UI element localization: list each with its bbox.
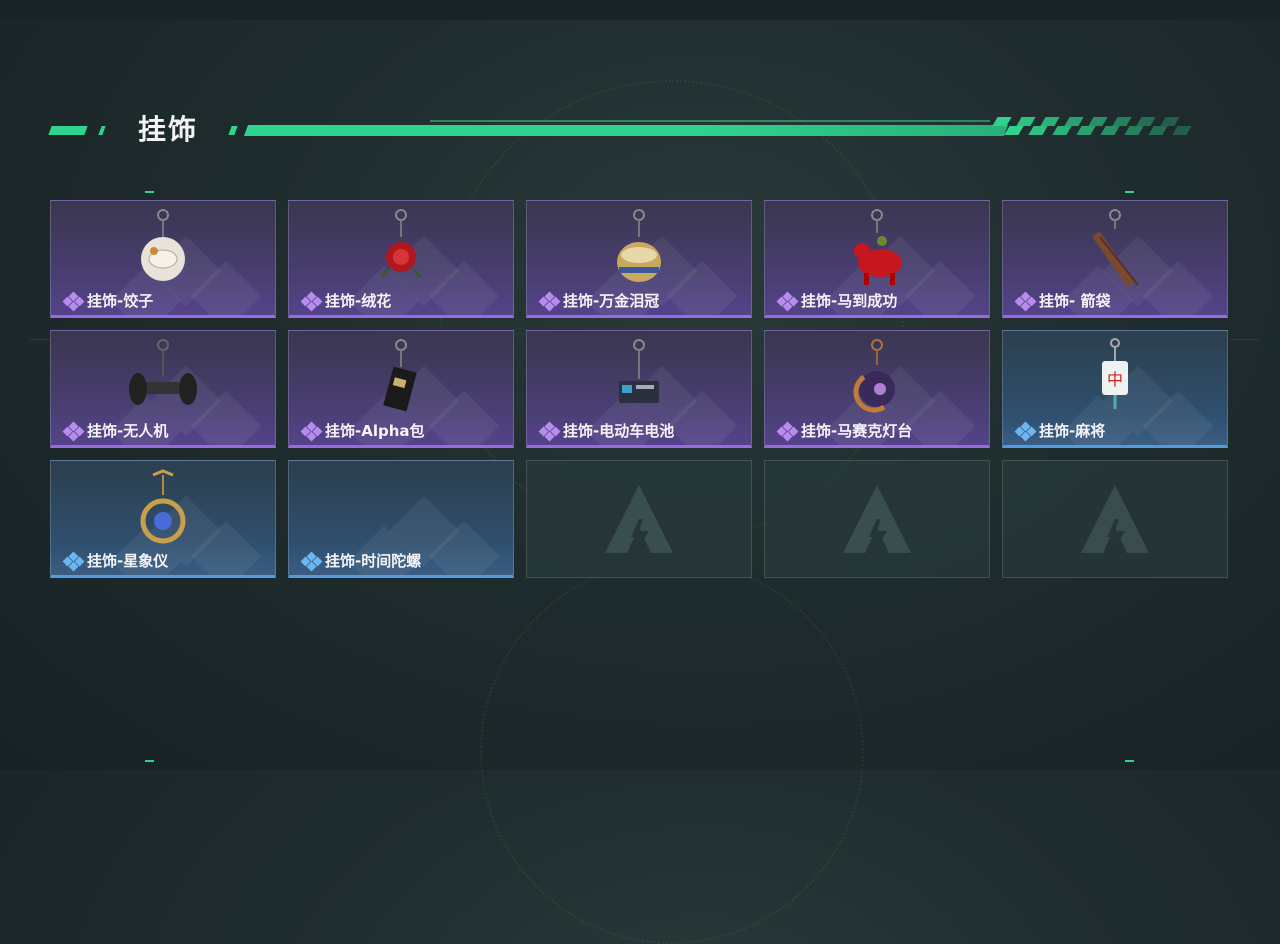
pendant-name: 挂饰-无人机 bbox=[62, 420, 169, 441]
pendant-label: 挂饰-饺子 bbox=[87, 292, 154, 310]
pendant-name: 挂饰-绒花 bbox=[300, 290, 392, 311]
pendant-label: 挂饰-时间陀螺 bbox=[325, 552, 422, 570]
pendant-card[interactable]: 挂饰-电动车电池 bbox=[526, 330, 752, 448]
astrolabe-pendant-icon bbox=[140, 469, 186, 544]
rarity-diamond-icon bbox=[538, 421, 561, 441]
header-thin-line bbox=[430, 120, 990, 122]
quiver-pendant-icon bbox=[1092, 209, 1139, 288]
empty-slot-logo-icon bbox=[843, 485, 911, 553]
rarity-diamond-icon bbox=[62, 421, 85, 441]
pendant-card[interactable]: 中挂饰-麻将 bbox=[1002, 330, 1228, 448]
empty-slot-logo-icon bbox=[605, 485, 673, 553]
alpha-bag-pendant-icon bbox=[383, 339, 417, 412]
pendant-name: 挂饰-麻将 bbox=[1014, 420, 1106, 441]
pendant-card[interactable]: 挂饰-马到成功 bbox=[764, 200, 990, 318]
pendant-card[interactable]: 挂饰-饺子 bbox=[50, 200, 276, 318]
pendant-label: 挂饰-万金泪冠 bbox=[563, 292, 660, 310]
pendant-label: 挂饰-Alpha包 bbox=[325, 422, 425, 440]
pendant-name: 挂饰-万金泪冠 bbox=[538, 290, 660, 311]
section-header: 挂饰 bbox=[48, 112, 1200, 146]
pendant-card[interactable]: 挂饰-Alpha包 bbox=[288, 330, 514, 448]
empty-slot[interactable] bbox=[764, 460, 990, 578]
rarity-diamond-icon bbox=[1014, 421, 1037, 441]
top-bar bbox=[0, 0, 1280, 20]
pendant-label: 挂饰-绒花 bbox=[325, 292, 392, 310]
rarity-diamond-icon bbox=[300, 421, 323, 441]
pendant-label: 挂饰-电动车电池 bbox=[563, 422, 675, 440]
header-accent-bar bbox=[48, 126, 88, 135]
corner-mark bbox=[145, 191, 154, 193]
header-checker-pattern bbox=[992, 117, 1205, 137]
pendant-label: 挂饰-马赛克灯台 bbox=[801, 422, 913, 440]
header-accent-bar bbox=[98, 126, 106, 135]
ev-battery-pendant-icon bbox=[619, 339, 659, 403]
empty-slot[interactable] bbox=[1002, 460, 1228, 578]
pendant-label: 挂饰-马到成功 bbox=[801, 292, 898, 310]
pendant-name: 挂饰-饺子 bbox=[62, 290, 154, 311]
background-dotted-circle bbox=[480, 560, 864, 944]
rarity-diamond-icon bbox=[62, 291, 85, 311]
pendant-name: 挂饰- 箭袋 bbox=[1014, 290, 1111, 311]
pendant-name: 挂饰-Alpha包 bbox=[300, 420, 425, 441]
pendant-name: 挂饰-时间陀螺 bbox=[300, 550, 422, 571]
rarity-diamond-icon bbox=[1014, 291, 1037, 311]
empty-slot[interactable] bbox=[526, 460, 752, 578]
corner-mark bbox=[1125, 191, 1134, 193]
rarity-diamond-icon bbox=[62, 551, 85, 571]
pendant-card[interactable]: 挂饰- 箭袋 bbox=[1002, 200, 1228, 318]
rarity-diamond-icon bbox=[776, 421, 799, 441]
velvet-flower-pendant-icon bbox=[380, 209, 422, 278]
corner-mark bbox=[145, 760, 154, 762]
rarity-diamond-icon bbox=[776, 291, 799, 311]
svg-text:中: 中 bbox=[1107, 370, 1123, 389]
pendant-card[interactable]: 挂饰-星象仪 bbox=[50, 460, 276, 578]
pendant-card[interactable]: 挂饰-万金泪冠 bbox=[526, 200, 752, 318]
horse-pendant-icon bbox=[854, 209, 902, 285]
empty-slot-logo-icon bbox=[1081, 485, 1149, 553]
pendant-label: 挂饰-麻将 bbox=[1039, 422, 1106, 440]
frame-line bbox=[1230, 339, 1260, 340]
rarity-diamond-icon bbox=[538, 291, 561, 311]
section-title: 挂饰 bbox=[138, 113, 199, 146]
header-accent-bar bbox=[228, 126, 238, 135]
pendant-label: 挂饰- 箭袋 bbox=[1039, 292, 1111, 310]
pendant-card[interactable]: 挂饰-时间陀螺 bbox=[288, 460, 514, 578]
pendant-name: 挂饰-星象仪 bbox=[62, 550, 169, 571]
rarity-diamond-icon bbox=[300, 291, 323, 311]
pendant-card[interactable]: 挂饰-绒花 bbox=[288, 200, 514, 318]
pendant-card[interactable]: 挂饰-无人机 bbox=[50, 330, 276, 448]
gold-crown-pendant-icon bbox=[617, 209, 661, 282]
frame-line bbox=[30, 339, 50, 340]
pendant-card[interactable]: 挂饰-马赛克灯台 bbox=[764, 330, 990, 448]
time-gyro-pendant-icon bbox=[366, 467, 436, 553]
corner-mark bbox=[1125, 760, 1134, 762]
pendant-name: 挂饰-马赛克灯台 bbox=[776, 420, 913, 441]
pendant-label: 挂饰-无人机 bbox=[87, 422, 169, 440]
pendant-name: 挂饰-电动车电池 bbox=[538, 420, 675, 441]
dumpling-pendant-icon bbox=[141, 209, 185, 281]
header-stripe bbox=[243, 125, 1009, 136]
mosaic-lamp-pendant-icon bbox=[853, 339, 895, 413]
drone-pendant-icon bbox=[129, 339, 197, 405]
pendant-name: 挂饰-马到成功 bbox=[776, 290, 898, 311]
rarity-diamond-icon bbox=[300, 551, 323, 571]
pendant-label: 挂饰-星象仪 bbox=[87, 552, 169, 570]
mahjong-pendant-icon: 中 bbox=[1102, 338, 1128, 409]
